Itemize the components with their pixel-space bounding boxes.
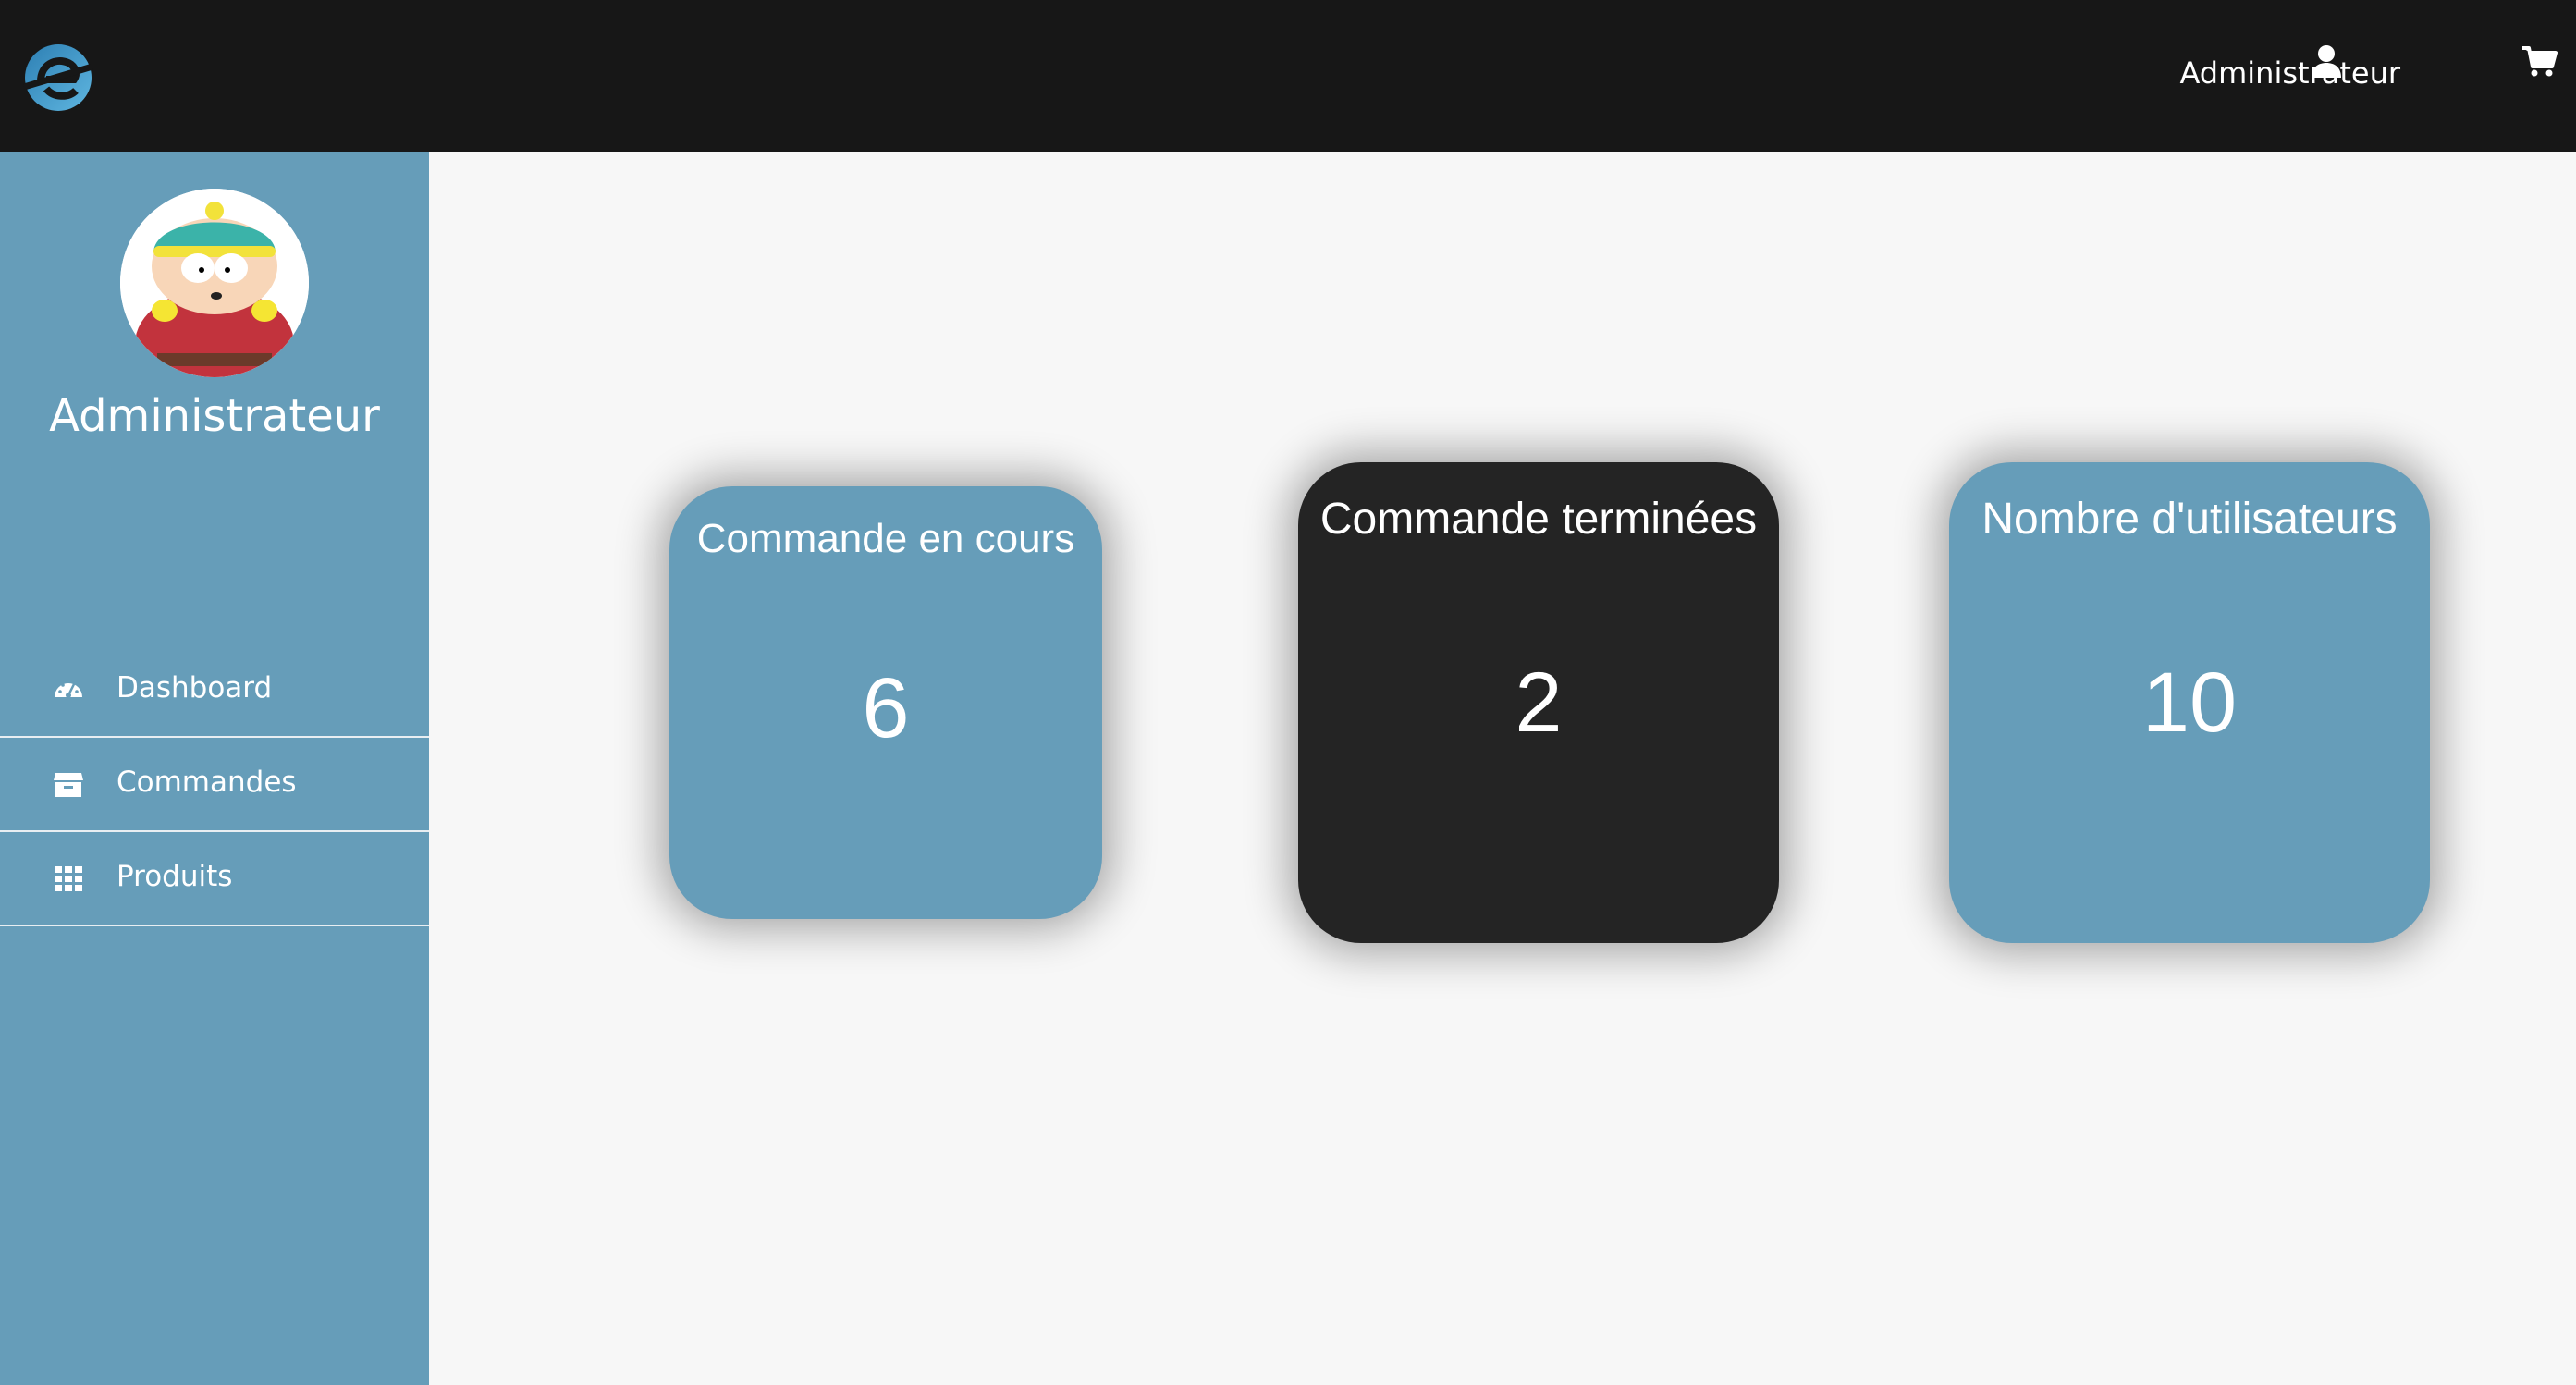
card-title: Commande terminées — [1319, 495, 1758, 544]
sidebar: Administrateur Dashboard Commandes Produ… — [0, 152, 429, 1385]
card-value: 6 — [862, 661, 910, 755]
top-navbar: Administrateur — [0, 0, 2576, 152]
sidebar-item-label: Commandes — [117, 766, 297, 799]
sidebar-username: Administrateur — [49, 390, 380, 442]
sidebar-item-dashboard[interactable]: Dashboard — [0, 643, 429, 738]
sidebar-item-label: Produits — [117, 860, 233, 893]
card-title: Nombre d'utilisateurs — [1981, 495, 2398, 544]
sidebar-item-produits[interactable]: Produits — [0, 832, 429, 926]
sidebar-nav: Dashboard Commandes Produits — [0, 643, 429, 926]
card-commandes-terminees: Commande terminées 2 — [1298, 462, 1779, 943]
card-title: Commande en cours — [696, 516, 1075, 561]
avatar — [120, 189, 309, 377]
sidebar-item-commandes[interactable]: Commandes — [0, 738, 429, 832]
box-icon — [52, 767, 85, 801]
cart-icon-wrapper — [2363, 43, 2400, 80]
card-commandes-en-cours: Commande en cours 6 — [669, 486, 1102, 919]
cart-icon[interactable] — [2521, 43, 2558, 80]
card-value: 10 — [2141, 656, 2238, 750]
dashboard-gauge-icon — [52, 673, 85, 706]
grid-icon — [52, 862, 85, 895]
sidebar-item-label: Dashboard — [117, 671, 273, 705]
card-nombre-utilisateurs: Nombre d'utilisateurs 10 — [1949, 462, 2430, 943]
user-icon[interactable] — [2308, 43, 2345, 80]
e-logo-icon[interactable] — [18, 39, 98, 113]
card-value: 2 — [1515, 656, 1563, 750]
